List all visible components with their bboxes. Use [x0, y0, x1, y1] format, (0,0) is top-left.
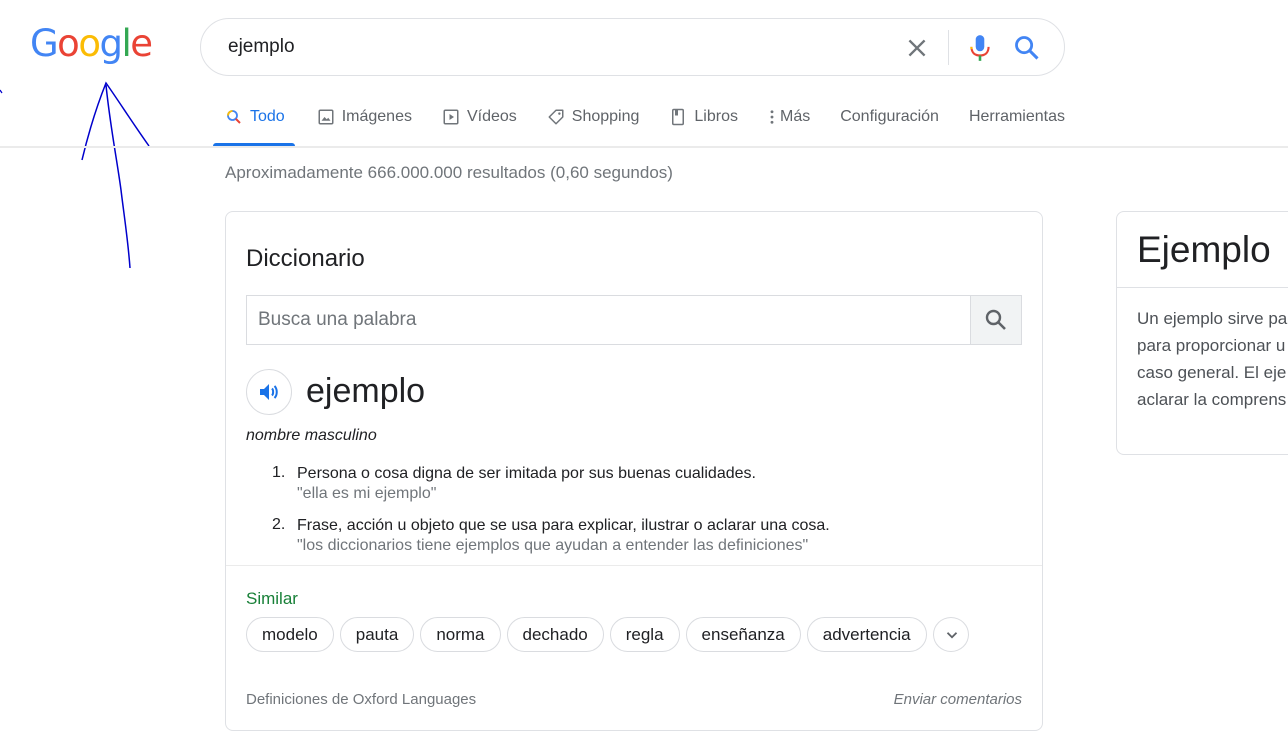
tab-label: Shopping [571, 108, 640, 125]
card-divider [226, 565, 1042, 566]
definition-text: Persona o cosa digna de ser imitada por … [297, 465, 756, 482]
tab-label: Más [779, 108, 811, 125]
knowledge-panel-description: Un ejemplo sirve pa para proporcionar u … [1137, 305, 1288, 413]
similar-chip[interactable]: pauta [339, 617, 415, 652]
definition-number: 2. [272, 516, 286, 533]
search-input[interactable] [226, 32, 876, 62]
part-of-speech: nombre masculino [246, 427, 377, 444]
tab-shopping[interactable]: Shopping [547, 100, 640, 146]
tab-libros[interactable]: Libros [669, 100, 738, 146]
definition-text: Frase, acción u objeto que se usa para e… [297, 517, 830, 534]
chevron-down-icon [946, 632, 957, 639]
tab-label: Herramientas [968, 108, 1065, 125]
tab-label: Libros [694, 108, 738, 125]
search-icon [227, 110, 241, 124]
mic-icon[interactable] [967, 33, 993, 63]
expand-similar-button[interactable] [932, 617, 969, 652]
search-icon[interactable] [1013, 34, 1041, 62]
search-tabs: Todo Imágenes Vídeos Shopping Libros Más… [213, 100, 1095, 146]
definitions-list: 1. Persona o cosa digna de ser imitada p… [246, 464, 1006, 568]
dictionary-search-input[interactable] [247, 296, 971, 344]
dictionary-title: Diccionario [246, 245, 365, 272]
description-line: para proporcionar u [1137, 336, 1286, 355]
result-stats: Aproximadamente 666.000.000 resultados (… [225, 163, 673, 182]
similar-heading: Similar [246, 589, 298, 608]
tab-configuracion[interactable]: Configuración [840, 100, 939, 146]
definition-example: "ella es mi ejemplo" [297, 485, 437, 502]
similar-chips: modelo pauta norma dechado regla enseñan… [246, 617, 969, 652]
similar-chip[interactable]: enseñanza [685, 617, 801, 652]
video-icon [443, 109, 459, 125]
tab-todo[interactable]: Todo [213, 100, 295, 146]
tab-videos[interactable]: Vídeos [442, 100, 517, 146]
tab-label: Configuración [840, 108, 939, 125]
dictionary-search [246, 295, 1022, 345]
pronunciation-button[interactable] [246, 369, 292, 415]
speaker-icon [260, 384, 278, 400]
clear-icon[interactable] [904, 35, 930, 61]
image-icon [318, 109, 334, 125]
knowledge-panel-title: Ejemplo [1137, 229, 1271, 270]
more-vert-icon [770, 110, 774, 124]
dictionary-source[interactable]: Definiciones de Oxford Languages [246, 691, 476, 708]
tab-mas[interactable]: Más [768, 100, 810, 146]
description-line: Un ejemplo sirve pa [1137, 309, 1288, 328]
tabs-divider [0, 146, 1288, 148]
tab-label: Imágenes [341, 108, 412, 125]
similar-chip[interactable]: modelo [246, 617, 334, 652]
dictionary-card: Diccionario ejemplo nombre masculino 1. … [225, 211, 1043, 731]
headword: ejemplo [306, 372, 426, 410]
definition-item: 2. Frase, acción u objeto que se usa par… [246, 516, 1006, 555]
definition-example: "los diccionarios tiene ejemplos que ayu… [297, 537, 809, 554]
definition-number: 1. [272, 464, 286, 481]
definition-item: 1. Persona o cosa digna de ser imitada p… [246, 464, 1006, 503]
description-line: caso general. El eje [1137, 363, 1287, 382]
description-line: aclarar la comprens [1137, 390, 1287, 409]
tab-label: Todo [250, 108, 285, 125]
similar-chip[interactable]: dechado [506, 617, 604, 652]
tab-herramientas[interactable]: Herramientas [969, 100, 1065, 146]
search-icon [985, 309, 1006, 330]
similar-chip[interactable]: advertencia [806, 617, 927, 652]
knowledge-panel: Ejemplo Un ejemplo sirve pa para proporc… [1116, 211, 1288, 455]
feedback-link[interactable]: Enviar comentarios [894, 691, 1022, 708]
similar-chip[interactable]: regla [609, 617, 680, 652]
tag-icon [548, 109, 564, 125]
tab-label: Vídeos [466, 108, 517, 125]
book-icon [672, 108, 685, 126]
knowledge-panel-divider [1117, 287, 1288, 288]
tab-imagenes[interactable]: Imágenes [317, 100, 412, 146]
search-divider [948, 30, 949, 65]
google-logo[interactable]: Google [30, 24, 153, 64]
dictionary-search-button[interactable] [970, 296, 1021, 344]
search-box[interactable] [200, 18, 1065, 76]
similar-chip[interactable]: norma [420, 617, 501, 652]
